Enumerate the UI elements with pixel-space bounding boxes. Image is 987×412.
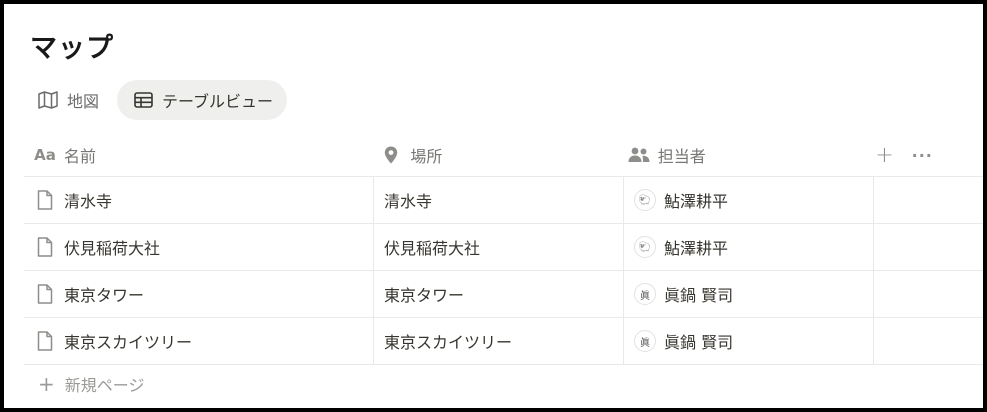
- tab-table-view[interactable]: テーブルビュー: [117, 80, 288, 120]
- cell-place[interactable]: 東京タワー: [374, 271, 624, 317]
- column-header-actions: + ···: [865, 134, 983, 176]
- column-header-assignee[interactable]: 担当者: [618, 134, 865, 176]
- new-page-label: 新規ページ: [64, 376, 145, 395]
- row-assignee: 眞鍋 賢司: [664, 286, 734, 305]
- column-header-name[interactable]: Aa 名前: [24, 134, 370, 176]
- row-name: 伏見稲荷大社: [64, 239, 161, 258]
- people-icon: [628, 145, 650, 165]
- column-header-place-label: 場所: [410, 147, 443, 166]
- tab-map[interactable]: 地図: [26, 80, 111, 120]
- row-name: 清水寺: [64, 192, 113, 211]
- cell-empty[interactable]: [874, 224, 983, 270]
- tab-table-view-label: テーブルビュー: [162, 92, 274, 111]
- row-assignee: 鮎澤耕平: [664, 192, 729, 211]
- cell-assignee[interactable]: 眞 眞鍋 賢司: [624, 271, 874, 317]
- cell-name[interactable]: 東京スカイツリー: [24, 318, 374, 364]
- table-row[interactable]: 清水寺 清水寺 🐑 鮎澤耕平: [24, 177, 983, 224]
- location-pin-icon: [380, 145, 402, 165]
- cell-empty[interactable]: [874, 177, 983, 223]
- row-place: 東京スカイツリー: [384, 333, 513, 352]
- cell-assignee[interactable]: 🐑 鮎澤耕平: [624, 224, 874, 270]
- cell-place[interactable]: 清水寺: [374, 177, 624, 223]
- row-place: 伏見稲荷大社: [384, 239, 481, 258]
- cell-empty[interactable]: [874, 271, 983, 317]
- avatar: 🐑: [634, 236, 656, 258]
- page-title: マップ: [30, 33, 114, 64]
- app-frame: マップ 地図 テーブルビュー Aa 名前 場所 担当者 + ··· 清水寺 清水…: [4, 4, 983, 408]
- table-body: 清水寺 清水寺 🐑 鮎澤耕平 伏見稲荷大社 伏見稲荷大社 🐑 鮎澤耕平 東京タワ…: [24, 177, 983, 365]
- table-row[interactable]: 東京タワー 東京タワー 眞 眞鍋 賢司: [24, 271, 983, 318]
- page-icon: [34, 330, 56, 352]
- row-name: 東京スカイツリー: [64, 333, 193, 352]
- new-page-button[interactable]: + 新規ページ: [38, 372, 144, 396]
- cell-name[interactable]: 東京タワー: [24, 271, 374, 317]
- page-icon: [34, 283, 56, 305]
- column-header-place[interactable]: 場所: [370, 134, 617, 176]
- more-options-button[interactable]: ···: [912, 146, 933, 165]
- column-header-assignee-label: 担当者: [657, 147, 706, 166]
- table-row[interactable]: 伏見稲荷大社 伏見稲荷大社 🐑 鮎澤耕平: [24, 224, 983, 271]
- row-place: 東京タワー: [384, 286, 465, 305]
- column-header-name-label: 名前: [64, 147, 97, 166]
- cell-assignee[interactable]: 眞 眞鍋 賢司: [624, 318, 874, 364]
- database-table: Aa 名前 場所 担当者 + ··· 清水寺 清水寺 🐑 鮎澤耕平 伏見稲荷大社…: [24, 134, 983, 365]
- avatar: 🐑: [634, 189, 656, 211]
- row-assignee: 眞鍋 賢司: [664, 333, 734, 352]
- cell-name[interactable]: 清水寺: [24, 177, 374, 223]
- page-icon: [34, 236, 56, 258]
- avatar: 眞: [634, 283, 656, 305]
- plus-icon: +: [38, 372, 55, 396]
- cell-name[interactable]: 伏見稲荷大社: [24, 224, 374, 270]
- view-tabs: 地図 テーブルビュー: [26, 80, 288, 120]
- cell-assignee[interactable]: 🐑 鮎澤耕平: [624, 177, 874, 223]
- row-place: 清水寺: [384, 192, 433, 211]
- table-row[interactable]: 東京スカイツリー 東京スカイツリー 眞 眞鍋 賢司: [24, 318, 983, 365]
- page-icon: [34, 189, 56, 211]
- cell-place[interactable]: 東京スカイツリー: [374, 318, 624, 364]
- table-icon: [133, 90, 153, 110]
- cell-empty[interactable]: [874, 318, 983, 364]
- row-name: 東京タワー: [64, 286, 145, 305]
- avatar: 眞: [634, 330, 656, 352]
- add-column-button[interactable]: +: [875, 143, 893, 168]
- aa-text-icon: Aa: [34, 146, 56, 164]
- row-assignee: 鮎澤耕平: [664, 239, 729, 258]
- cell-place[interactable]: 伏見稲荷大社: [374, 224, 624, 270]
- map-icon: [38, 90, 58, 110]
- table-header: Aa 名前 場所 担当者 + ···: [24, 134, 983, 177]
- tab-map-label: 地図: [67, 92, 100, 111]
